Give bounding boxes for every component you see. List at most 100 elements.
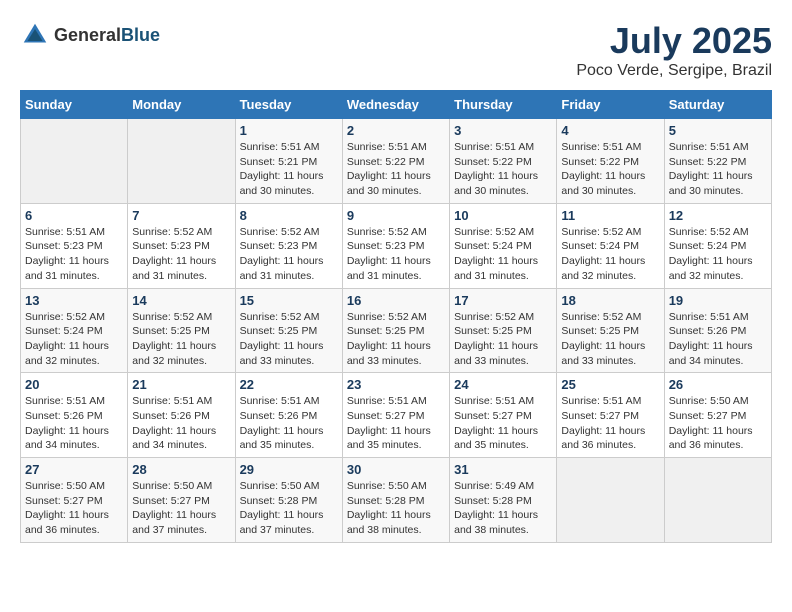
day-number: 1 (240, 123, 338, 138)
logo-general-text: General (54, 25, 121, 45)
day-number: 5 (669, 123, 767, 138)
cell-details: Sunrise: 5:51 AMSunset: 5:23 PMDaylight:… (25, 225, 123, 284)
calendar-cell: 4Sunrise: 5:51 AMSunset: 5:22 PMDaylight… (557, 119, 664, 204)
cell-details: Sunrise: 5:52 AMSunset: 5:24 PMDaylight:… (25, 310, 123, 369)
cell-details: Sunrise: 5:52 AMSunset: 5:23 PMDaylight:… (132, 225, 230, 284)
day-number: 26 (669, 377, 767, 392)
day-number: 12 (669, 208, 767, 223)
calendar-cell: 25 Sunrise: 5:51 AMSunset: 5:27 PMDayligh… (557, 373, 664, 458)
calendar-cell: 26 Sunrise: 5:50 AMSunset: 5:27 PMDayligh… (664, 373, 771, 458)
cell-details: Sunrise: 5:51 AMSunset: 5:26 PMDaylight:… (240, 394, 338, 453)
day-number: 15 (240, 293, 338, 308)
calendar-cell: 21 Sunrise: 5:51 AMSunset: 5:26 PMDayligh… (128, 373, 235, 458)
calendar-cell (21, 119, 128, 204)
calendar-cell: 14Sunrise: 5:52 AMSunset: 5:25 PMDayligh… (128, 288, 235, 373)
calendar-cell: 28 Sunrise: 5:50 AMSunset: 5:27 PMDayligh… (128, 458, 235, 543)
day-number: 22 (240, 377, 338, 392)
cell-details: Sunrise: 5:52 AMSunset: 5:24 PMDaylight:… (669, 225, 767, 284)
day-number: 8 (240, 208, 338, 223)
cell-details: Sunrise: 5:51 AMSunset: 5:26 PMDaylight:… (132, 394, 230, 453)
day-number: 29 (240, 462, 338, 477)
cell-details: Sunrise: 5:51 AMSunset: 5:22 PMDaylight:… (561, 140, 659, 199)
calendar-week-row: 20 Sunrise: 5:51 AMSunset: 5:26 PMDayligh… (21, 373, 772, 458)
calendar-cell: 12 Sunrise: 5:52 AMSunset: 5:24 PMDayligh… (664, 203, 771, 288)
calendar-cell: 31Sunrise: 5:49 AMSunset: 5:28 PMDayligh… (450, 458, 557, 543)
calendar-cell: 17 Sunrise: 5:52 AMSunset: 5:25 PMDayligh… (450, 288, 557, 373)
calendar-week-row: 13 Sunrise: 5:52 AMSunset: 5:24 PMDayligh… (21, 288, 772, 373)
day-number: 13 (25, 293, 123, 308)
cell-details: Sunrise: 5:51 AMSunset: 5:27 PMDaylight:… (347, 394, 445, 453)
day-number: 19 (669, 293, 767, 308)
day-number: 3 (454, 123, 552, 138)
calendar-cell: 22 Sunrise: 5:51 AMSunset: 5:26 PMDayligh… (235, 373, 342, 458)
cell-details: Sunrise: 5:52 AMSunset: 5:25 PMDaylight:… (454, 310, 552, 369)
day-number: 31 (454, 462, 552, 477)
calendar-cell: 9Sunrise: 5:52 AMSunset: 5:23 PMDaylight… (342, 203, 449, 288)
title-block: July 2025 Poco Verde, Sergipe, Brazil (576, 20, 772, 80)
logo: GeneralBlue (20, 20, 160, 50)
cell-details: Sunrise: 5:50 AMSunset: 5:27 PMDaylight:… (25, 479, 123, 538)
cell-details: Sunrise: 5:51 AMSunset: 5:22 PMDaylight:… (347, 140, 445, 199)
day-number: 20 (25, 377, 123, 392)
cell-details: Sunrise: 5:51 AMSunset: 5:22 PMDaylight:… (454, 140, 552, 199)
calendar-cell: 30 Sunrise: 5:50 AMSunset: 5:28 PMDayligh… (342, 458, 449, 543)
calendar-cell: 8Sunrise: 5:52 AMSunset: 5:23 PMDaylight… (235, 203, 342, 288)
calendar-cell: 24 Sunrise: 5:51 AMSunset: 5:27 PMDayligh… (450, 373, 557, 458)
day-number: 25 (561, 377, 659, 392)
day-number: 21 (132, 377, 230, 392)
cell-details: Sunrise: 5:51 AMSunset: 5:22 PMDaylight:… (669, 140, 767, 199)
calendar-cell: 1 Sunrise: 5:51 AMSunset: 5:21 PMDaylight… (235, 119, 342, 204)
calendar-cell: 29Sunrise: 5:50 AMSunset: 5:28 PMDayligh… (235, 458, 342, 543)
cell-details: Sunrise: 5:52 AMSunset: 5:25 PMDaylight:… (240, 310, 338, 369)
cell-details: Sunrise: 5:51 AMSunset: 5:27 PMDaylight:… (561, 394, 659, 453)
day-header-sunday: Sunday (21, 91, 128, 119)
day-header-friday: Friday (557, 91, 664, 119)
logo-icon (20, 20, 50, 50)
day-header-wednesday: Wednesday (342, 91, 449, 119)
cell-details: Sunrise: 5:52 AMSunset: 5:23 PMDaylight:… (347, 225, 445, 284)
logo-blue-text: Blue (121, 25, 160, 45)
calendar-cell (557, 458, 664, 543)
day-header-thursday: Thursday (450, 91, 557, 119)
cell-details: Sunrise: 5:52 AMSunset: 5:25 PMDaylight:… (132, 310, 230, 369)
calendar-cell: 2 Sunrise: 5:51 AMSunset: 5:22 PMDaylight… (342, 119, 449, 204)
calendar-cell: 15 Sunrise: 5:52 AMSunset: 5:25 PMDayligh… (235, 288, 342, 373)
calendar-cell: 6Sunrise: 5:51 AMSunset: 5:23 PMDaylight… (21, 203, 128, 288)
day-number: 28 (132, 462, 230, 477)
calendar-week-row: 6Sunrise: 5:51 AMSunset: 5:23 PMDaylight… (21, 203, 772, 288)
day-number: 17 (454, 293, 552, 308)
day-number: 27 (25, 462, 123, 477)
day-number: 23 (347, 377, 445, 392)
cell-details: Sunrise: 5:50 AMSunset: 5:27 PMDaylight:… (669, 394, 767, 453)
day-header-monday: Monday (128, 91, 235, 119)
calendar-header-row: SundayMondayTuesdayWednesdayThursdayFrid… (21, 91, 772, 119)
cell-details: Sunrise: 5:50 AMSunset: 5:27 PMDaylight:… (132, 479, 230, 538)
calendar-cell: 18 Sunrise: 5:52 AMSunset: 5:25 PMDayligh… (557, 288, 664, 373)
day-number: 16 (347, 293, 445, 308)
calendar-cell: 7 Sunrise: 5:52 AMSunset: 5:23 PMDaylight… (128, 203, 235, 288)
cell-details: Sunrise: 5:51 AMSunset: 5:27 PMDaylight:… (454, 394, 552, 453)
calendar-cell: 20Sunrise: 5:51 AMSunset: 5:26 PMDayligh… (21, 373, 128, 458)
page-header: GeneralBlue July 2025 Poco Verde, Sergip… (20, 20, 772, 80)
cell-details: Sunrise: 5:51 AMSunset: 5:21 PMDaylight:… (240, 140, 338, 199)
calendar-cell (664, 458, 771, 543)
day-header-saturday: Saturday (664, 91, 771, 119)
day-number: 24 (454, 377, 552, 392)
calendar-cell: 3 Sunrise: 5:51 AMSunset: 5:22 PMDaylight… (450, 119, 557, 204)
cell-details: Sunrise: 5:52 AMSunset: 5:24 PMDaylight:… (561, 225, 659, 284)
calendar-cell: 16 Sunrise: 5:52 AMSunset: 5:25 PMDayligh… (342, 288, 449, 373)
day-number: 30 (347, 462, 445, 477)
calendar-cell: 13 Sunrise: 5:52 AMSunset: 5:24 PMDayligh… (21, 288, 128, 373)
calendar-cell (128, 119, 235, 204)
calendar-week-row: 1 Sunrise: 5:51 AMSunset: 5:21 PMDaylight… (21, 119, 772, 204)
cell-details: Sunrise: 5:50 AMSunset: 5:28 PMDaylight:… (347, 479, 445, 538)
day-number: 2 (347, 123, 445, 138)
calendar-cell: 19Sunrise: 5:51 AMSunset: 5:26 PMDayligh… (664, 288, 771, 373)
day-number: 7 (132, 208, 230, 223)
day-number: 18 (561, 293, 659, 308)
calendar-cell: 10Sunrise: 5:52 AMSunset: 5:24 PMDayligh… (450, 203, 557, 288)
day-number: 10 (454, 208, 552, 223)
cell-details: Sunrise: 5:52 AMSunset: 5:25 PMDaylight:… (347, 310, 445, 369)
location-title: Poco Verde, Sergipe, Brazil (576, 62, 772, 80)
cell-details: Sunrise: 5:52 AMSunset: 5:25 PMDaylight:… (561, 310, 659, 369)
